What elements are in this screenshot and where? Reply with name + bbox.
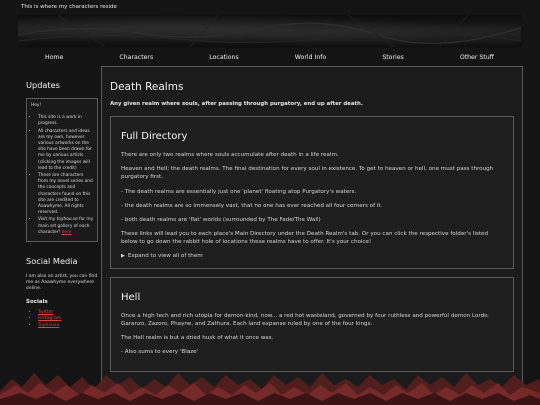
list-item: Visit my toyhou.se for my main art galle…: [38, 217, 94, 236]
social-link-toyhouse[interactable]: Toyhouse: [38, 323, 59, 328]
full-directory-card: Full Directory There are only two realms…: [110, 116, 514, 269]
full-directory-title: Full Directory: [121, 131, 188, 142]
social-link-instagram[interactable]: Instagram: [38, 316, 61, 321]
directory-paragraph: - both death realms are 'flat' worlds (s…: [121, 217, 321, 224]
nav-home[interactable]: Home: [45, 54, 63, 61]
list-item: These are characters from my novel serie…: [38, 173, 94, 216]
hell-paragraph: The Hell realm is but a dried husk of wh…: [121, 335, 274, 342]
nav-world-info[interactable]: World Info: [295, 54, 326, 61]
updates-box: Hey! This site is a work in progress. Al…: [26, 98, 98, 243]
list-item: Toyhouse: [38, 323, 98, 330]
header-banner: [17, 14, 522, 48]
directory-paragraph: Heaven and Hell; the death realms. The f…: [121, 166, 494, 181]
social-link-twitter[interactable]: Twitter: [38, 310, 53, 315]
hell-card: Hell Once a high tech and rich utopia fo…: [110, 276, 514, 373]
hell-paragraph: - Also sums to every 'Blaze': [121, 349, 199, 356]
expand-toggle[interactable]: ▶ Expand to view all of them: [121, 253, 503, 259]
social-media-text: I am also an artist, you can find me as …: [26, 274, 98, 292]
main-content: Death Realms Any given realm where souls…: [101, 66, 523, 405]
updates-list: This site is a work in progress. All cha…: [31, 115, 94, 236]
expand-label: Expand to view all of them: [127, 252, 203, 259]
list-item: All characters and ideas are my own, how…: [38, 129, 94, 172]
directory-paragraph: There are only two realms where souls ac…: [121, 152, 339, 158]
nav-other-stuff[interactable]: Other Stuff: [460, 54, 494, 61]
nav-characters[interactable]: Characters: [119, 54, 153, 61]
sidebar: Updates Hey! This site is a work in prog…: [26, 66, 98, 329]
site-tagline: This is where my characters reside: [21, 4, 117, 10]
updates-heading: Updates: [26, 80, 60, 90]
main-navigation: Home Characters Locations World Info Sto…: [17, 49, 522, 65]
nav-locations[interactable]: Locations: [209, 54, 238, 61]
directory-paragraph: These links will lead you to each place'…: [121, 231, 489, 246]
page-subtitle: Any given realm where souls, after passi…: [110, 101, 363, 107]
list-item: This site is a work in progress.: [38, 115, 94, 127]
hell-title: Hell: [121, 291, 141, 303]
page-title: Death Realms: [110, 81, 184, 93]
updates-intro: Hey!: [31, 103, 42, 108]
directory-paragraph: - the death realms are so immensely vast…: [121, 202, 383, 209]
directory-paragraph: - The death realms are essentially just …: [121, 188, 357, 195]
socials-list: Twitter Instagram Toyhouse: [26, 310, 98, 330]
social-media-heading: Social Media: [26, 256, 78, 267]
toyhouse-link[interactable]: here: [62, 230, 72, 235]
triangle-right-icon: ▶: [121, 252, 125, 259]
hell-paragraph: Once a high tech and rich utopia for dem…: [121, 312, 489, 327]
socials-heading: Socials: [26, 298, 48, 305]
nav-stories[interactable]: Stories: [382, 54, 403, 61]
